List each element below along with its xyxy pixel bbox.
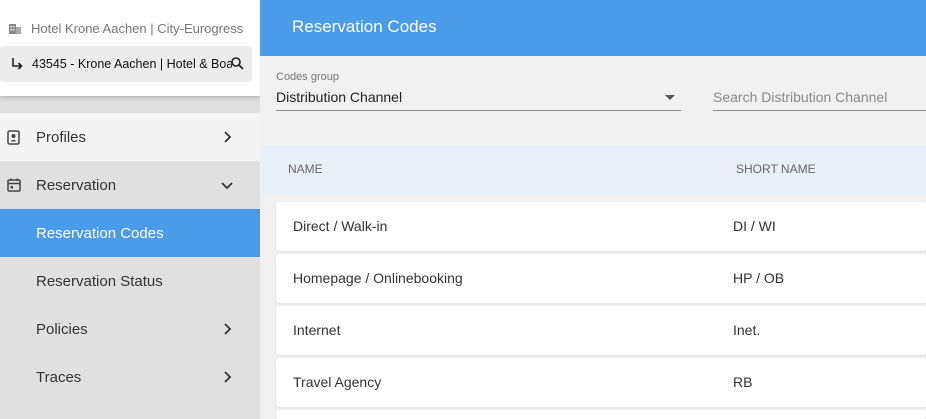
cell-name: Direct / Walk-in xyxy=(293,218,388,234)
sidebar-item-reservation-status[interactable]: Reservation Status xyxy=(0,257,260,305)
table-row-partial[interactable] xyxy=(276,410,926,419)
table-row[interactable]: Homepage / Onlinebooking HP / OB xyxy=(276,254,926,303)
cell-short-name: RB xyxy=(733,374,753,390)
table-row[interactable]: Direct / Walk-in DI / WI xyxy=(276,202,926,251)
column-header-name[interactable]: NAME xyxy=(288,162,323,176)
top-bar: Reservation Codes xyxy=(260,0,926,56)
table-header: NAME SHORT NAME xyxy=(262,145,926,193)
table-row[interactable]: Internet Inet. xyxy=(276,306,926,355)
column-header-short-name[interactable]: SHORT NAME xyxy=(736,162,816,176)
chevron-down-icon xyxy=(220,178,234,192)
sidebar-item-profiles[interactable]: Profiles xyxy=(0,113,260,161)
building-icon xyxy=(8,21,22,35)
codes-group-value: Distribution Channel xyxy=(276,89,403,105)
chevron-right-icon xyxy=(220,130,234,144)
cell-short-name: Inet. xyxy=(733,322,761,338)
search-icon[interactable] xyxy=(230,56,244,70)
sidebar-item-label: Reservation Status xyxy=(36,272,163,290)
sidebar-item-policies[interactable]: Policies xyxy=(0,305,260,353)
hotel-name: Hotel Krone Aachen | City-Eurogress xyxy=(31,20,244,36)
subdirectory-arrow-icon xyxy=(10,57,24,71)
cell-name: Internet xyxy=(293,322,341,338)
sidebar-nav: Profiles Reservation Reservation Codes R… xyxy=(0,113,260,401)
hotel-name-row[interactable]: Hotel Krone Aachen | City-Eurogress xyxy=(8,19,243,37)
sidebar-item-label: Policies xyxy=(36,320,88,338)
hotel-selector-card: Hotel Krone Aachen | City-Eurogress 4354… xyxy=(0,0,260,96)
cell-name: Homepage / Onlinebooking xyxy=(293,270,463,286)
property-selector[interactable]: 43545 - Krone Aachen | Hotel & Boarding xyxy=(0,46,252,82)
page-title: Reservation Codes xyxy=(292,17,437,36)
sidebar-item-label: Traces xyxy=(36,368,82,386)
codes-group-select[interactable]: Distribution Channel xyxy=(276,86,681,111)
dropdown-arrow-icon xyxy=(665,95,675,100)
chevron-right-icon xyxy=(220,322,234,336)
calendar-icon xyxy=(6,177,22,193)
sidebar: Hotel Krone Aachen | City-Eurogress 4354… xyxy=(0,0,260,419)
sidebar-item-label: Reservation Codes xyxy=(36,224,164,242)
property-name: 43545 - Krone Aachen | Hotel & Boarding xyxy=(32,57,232,71)
codes-group-label: Codes group xyxy=(276,71,339,83)
cell-short-name: DI / WI xyxy=(733,218,776,234)
sidebar-item-label: Reservation xyxy=(36,176,117,194)
search-field xyxy=(713,86,926,111)
sidebar-item-traces[interactable]: Traces xyxy=(0,353,260,401)
sidebar-item-reservation-codes[interactable]: Reservation Codes xyxy=(0,209,260,257)
sidebar-item-reservation[interactable]: Reservation xyxy=(0,161,260,209)
search-input[interactable] xyxy=(713,86,913,108)
table-row[interactable]: Travel Agency RB xyxy=(276,358,926,407)
sidebar-item-label: Profiles xyxy=(36,128,87,146)
chevron-right-icon xyxy=(220,370,234,384)
profile-badge-icon xyxy=(6,129,22,145)
cell-name: Travel Agency xyxy=(293,374,382,390)
cell-short-name: HP / OB xyxy=(733,270,785,286)
